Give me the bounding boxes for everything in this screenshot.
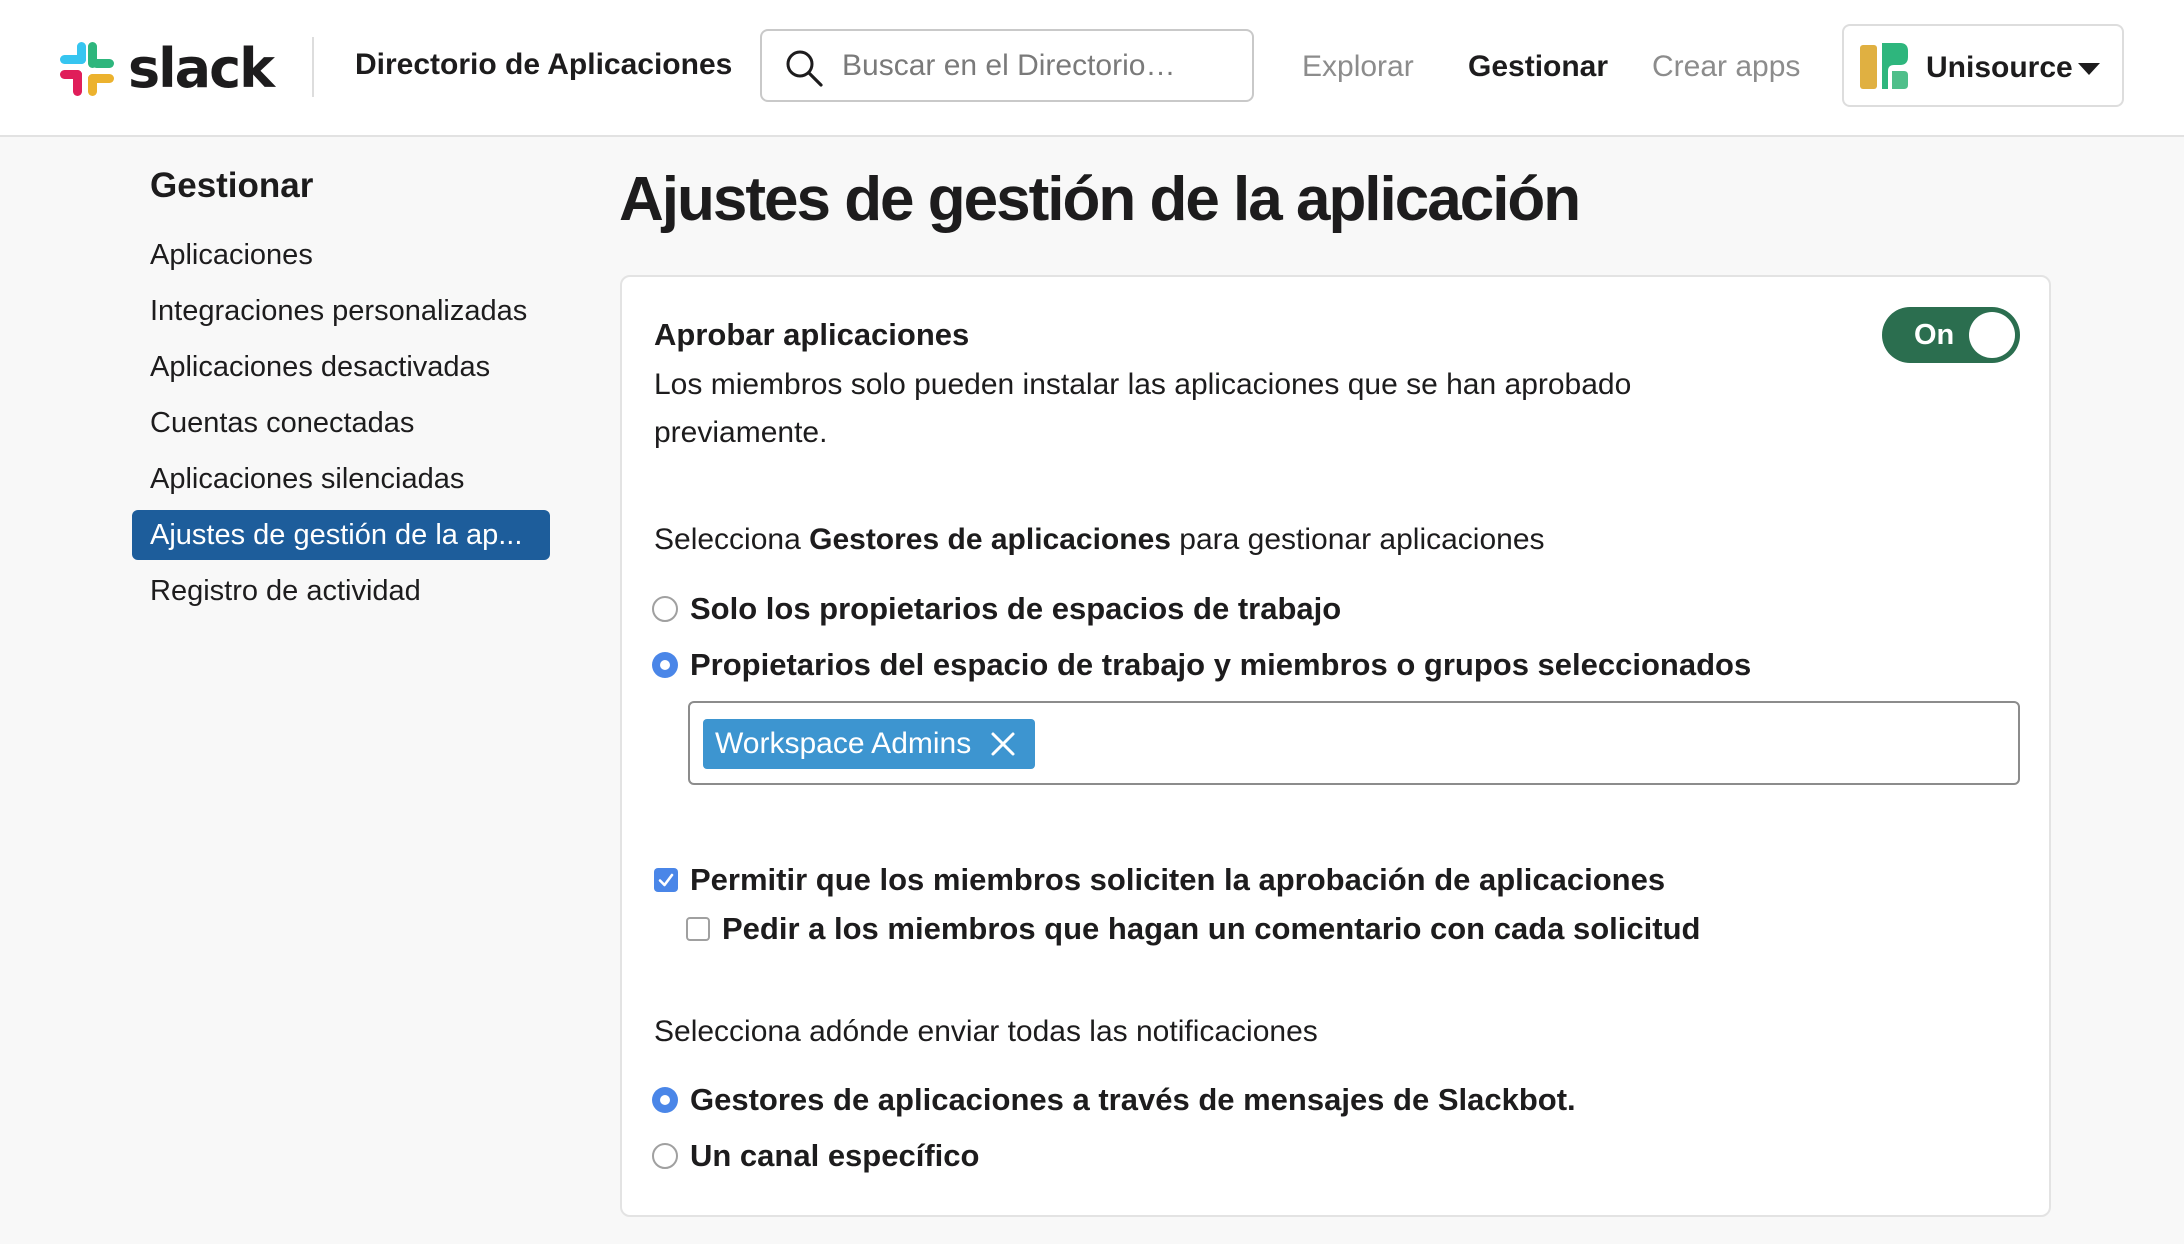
nav-explore[interactable]: Explorar <box>1302 50 1414 84</box>
members-groups-selector[interactable]: Workspace Admins <box>688 701 2020 785</box>
allow-requests-checkbox-row[interactable]: Permitir que los miembros soliciten la a… <box>654 862 1665 898</box>
radio-button[interactable] <box>652 652 678 678</box>
sidebar-item-app-management-settings[interactable]: Ajustes de gestión de la ap... <box>132 510 550 560</box>
radio-owners-and-selected-label: Propietarios del espacio de trabajo y mi… <box>690 647 1752 682</box>
toggle-state-label: On <box>1914 319 1955 351</box>
require-comment-label: Pedir a los miembros que hagan un coment… <box>722 911 1701 946</box>
directory-title[interactable]: Directorio de Aplicaciones <box>355 48 732 82</box>
search-icon <box>786 50 823 87</box>
sidebar-nav: Aplicaciones Integraciones personalizada… <box>132 230 550 622</box>
allow-requests-label: Permitir que los miembros soliciten la a… <box>690 862 1666 897</box>
page-title: Ajustes de gestión de la aplicación <box>619 165 1581 234</box>
close-icon[interactable] <box>989 730 1017 758</box>
top-navigation-bar: slack Directorio de Aplicaciones Explora… <box>0 0 2184 137</box>
app-managers-label-suffix: para gestionar aplicaciones <box>1170 523 1545 556</box>
nav-build-apps[interactable]: Crear apps <box>1652 50 1800 84</box>
sidebar-item-disabled-apps[interactable]: Aplicaciones desactivadas <box>132 342 550 392</box>
app-managers-label-bold: Gestores de aplicaciones <box>809 523 1171 556</box>
slack-logo[interactable]: slack <box>58 37 275 100</box>
sidebar-item-activity-log[interactable]: Registro de actividad <box>132 566 550 616</box>
toggle-knob <box>1969 312 2015 358</box>
sidebar-item-muted-apps[interactable]: Aplicaciones silenciadas <box>132 454 550 504</box>
approve-apps-toggle[interactable]: On <box>1882 307 2020 363</box>
settings-card: Aprobar aplicaciones Los miembros solo p… <box>620 275 2051 1217</box>
slack-logo-icon <box>60 42 114 96</box>
chevron-down-icon <box>2078 63 2100 75</box>
nav-manage[interactable]: Gestionar <box>1468 50 1608 84</box>
directory-search[interactable] <box>760 29 1254 102</box>
sidebar-title: Gestionar <box>150 166 314 205</box>
radio-button[interactable] <box>652 1143 678 1169</box>
radio-button[interactable] <box>652 1087 678 1113</box>
sidebar-item-apps[interactable]: Aplicaciones <box>132 230 550 280</box>
selected-tag-label: Workspace Admins <box>715 727 972 760</box>
logo-wordmark: slack <box>128 37 275 100</box>
app-managers-label: Selecciona Gestores de aplicaciones para… <box>654 523 1545 557</box>
allow-requests-checkbox[interactable] <box>654 868 678 892</box>
radio-notify-channel[interactable]: Un canal específico <box>652 1138 979 1174</box>
selected-tag: Workspace Admins <box>703 719 1036 769</box>
radio-notify-channel-label: Un canal específico <box>690 1138 980 1173</box>
radio-owners-only-label: Solo los propietarios de espacios de tra… <box>690 591 1342 626</box>
workspace-logo-icon <box>1860 43 1908 89</box>
radio-notify-slackbot-label: Gestores de aplicaciones a través de men… <box>690 1082 1576 1117</box>
search-input[interactable] <box>842 43 1238 89</box>
require-comment-checkbox-row[interactable]: Pedir a los miembros que hagan un coment… <box>686 911 1700 947</box>
header-divider <box>312 37 314 97</box>
sidebar-item-custom-integrations[interactable]: Integraciones personalizadas <box>132 286 550 336</box>
workspace-switcher[interactable]: Unisource <box>1842 24 2124 107</box>
approve-apps-title: Aprobar aplicaciones <box>654 317 970 352</box>
radio-button[interactable] <box>652 596 678 622</box>
notifications-label: Selecciona adónde enviar todas las notif… <box>654 1015 1318 1048</box>
app-managers-label-prefix: Selecciona <box>654 523 810 556</box>
sidebar-item-connected-accounts[interactable]: Cuentas conectadas <box>132 398 550 448</box>
workspace-name: Unisource <box>1926 51 2073 84</box>
radio-owners-only[interactable]: Solo los propietarios de espacios de tra… <box>652 591 1341 627</box>
radio-owners-and-selected[interactable]: Propietarios del espacio de trabajo y mi… <box>652 647 1751 683</box>
radio-notify-slackbot[interactable]: Gestores de aplicaciones a través de men… <box>652 1082 1576 1118</box>
approve-apps-description: Los miembros solo pueden instalar las ap… <box>654 368 1632 449</box>
require-comment-checkbox[interactable] <box>686 917 710 941</box>
